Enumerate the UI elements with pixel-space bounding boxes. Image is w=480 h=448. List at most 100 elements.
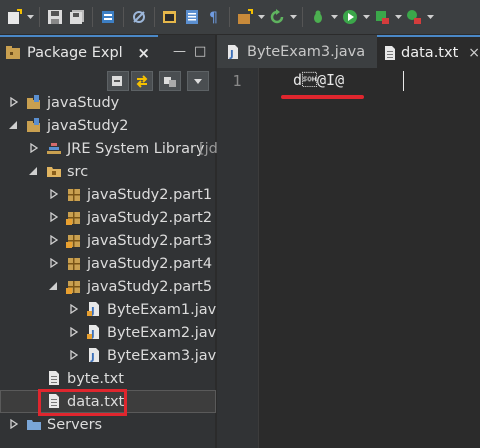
tree-item-decoration: [jd	[199, 140, 218, 157]
text-caret	[403, 71, 404, 91]
close-icon[interactable]: ×	[468, 45, 480, 61]
expand-arrow-icon[interactable]	[49, 258, 59, 268]
save-icon[interactable]	[45, 7, 65, 27]
toolbar-separator	[154, 7, 155, 27]
tree-item-label: ByteExam3.java	[107, 347, 226, 364]
text-file-icon	[46, 370, 62, 386]
tree-item-package-part2[interactable]: javaStudy2.part2	[0, 206, 216, 229]
tree-item-byteexam2[interactable]: J ByteExam2.java	[0, 321, 225, 344]
skip-breakpoints-icon[interactable]	[129, 7, 149, 27]
line-number-gutter: 1	[217, 68, 259, 448]
collapse-arrow-icon[interactable]	[48, 281, 58, 291]
tree-item-package-part1[interactable]: javaStudy2.part1	[0, 183, 216, 206]
tab-byteexam3-java[interactable]: J ByteExam3.java	[225, 35, 373, 68]
tree-item-label: ByteExam2.java	[107, 324, 226, 341]
pilcrow-icon[interactable]: ¶	[204, 7, 224, 27]
view-menu-icon[interactable]	[187, 71, 209, 91]
tree-item-package-part5[interactable]: javaStudy2.part5	[0, 275, 216, 298]
run-external-icon[interactable]	[372, 7, 392, 27]
package-icon	[66, 256, 82, 272]
tree-item-label: javaStudy2.part3	[87, 232, 213, 249]
toolbar-separator	[302, 7, 303, 27]
tree-item-servers[interactable]: Servers	[0, 413, 216, 436]
minimize-icon[interactable]: —	[173, 44, 186, 59]
expand-arrow-icon[interactable]	[9, 97, 19, 107]
expand-arrow-icon[interactable]	[69, 304, 79, 314]
save-all-icon[interactable]	[67, 7, 87, 27]
expand-arrow-icon[interactable]	[49, 212, 59, 222]
svg-text:¶: ¶	[209, 10, 218, 25]
collapse-all-icon[interactable]	[107, 71, 129, 91]
link-with-editor-icon[interactable]	[131, 71, 153, 91]
new-dropdown-icon[interactable]	[26, 7, 34, 27]
tree-item-label: javaStudy	[47, 94, 120, 111]
library-icon	[46, 140, 62, 156]
tree-item-package-part3[interactable]: javaStudy2.part3	[0, 229, 216, 252]
tab-label: data.txt	[401, 44, 459, 61]
tree-item-label: javaStudy2	[47, 117, 129, 134]
tree-item-label: javaStudy2.part2	[87, 209, 213, 226]
new-icon[interactable]	[4, 7, 24, 27]
tree-item-byte-txt[interactable]: byte.txt	[0, 367, 216, 390]
print-icon[interactable]	[98, 7, 118, 27]
filter-icon[interactable]	[159, 71, 181, 91]
tree-item-javastudy[interactable]: javaStudy	[0, 91, 216, 114]
package-icon	[66, 187, 82, 203]
open-type-icon[interactable]	[160, 7, 180, 27]
package-icon	[66, 233, 82, 249]
tree-item-jre-system-library[interactable]: JRE System Library [jd	[0, 137, 218, 160]
task-icon[interactable]	[182, 7, 202, 27]
tree-item-label: javaStudy2.part5	[87, 278, 213, 295]
tree-item-label: JRE System Library	[67, 140, 205, 157]
package-explorer-panel: Package Expl × — □ javaStudy javaStudy2 …	[0, 35, 225, 448]
folder-icon	[26, 416, 42, 432]
run-dropdown-icon[interactable]	[362, 7, 370, 27]
new-java-project-icon[interactable]	[235, 7, 255, 27]
expand-arrow-icon[interactable]	[69, 327, 79, 337]
tree-item-src[interactable]: src	[0, 160, 216, 183]
tree-item-byteexam3[interactable]: J ByteExam3.java	[0, 344, 225, 367]
refresh-dropdown-icon[interactable]	[289, 7, 297, 27]
expand-arrow-icon[interactable]	[29, 143, 39, 153]
expand-arrow-icon[interactable]	[49, 235, 59, 245]
collapse-arrow-icon[interactable]	[28, 166, 38, 176]
tree-item-label: javaStudy2.part4	[87, 255, 213, 272]
expand-arrow-icon[interactable]	[69, 350, 79, 360]
refresh-icon[interactable]	[267, 7, 287, 27]
expand-arrow-icon[interactable]	[9, 419, 19, 429]
package-explorer-tab[interactable]: Package Expl ×	[0, 35, 158, 68]
tree-item-byteexam1[interactable]: J ByteExam1.java	[0, 298, 225, 321]
run-icon[interactable]	[340, 7, 360, 27]
tab-data-txt[interactable]: data.txt ×	[377, 35, 480, 68]
collapse-arrow-icon[interactable]	[8, 120, 18, 130]
debug-icon[interactable]	[308, 7, 328, 27]
annotation-box	[38, 389, 127, 416]
tree-item-label: Servers	[47, 416, 103, 433]
editor-text[interactable]: d@I@	[293, 71, 344, 89]
source-folder-icon	[46, 163, 62, 179]
java-file-icon: J	[228, 44, 238, 60]
svg-text:J: J	[90, 352, 95, 363]
java-file-icon: J	[86, 347, 102, 363]
java-file-icon: J	[86, 301, 102, 317]
project-dropdown-icon[interactable]	[257, 7, 265, 27]
tree-item-package-part4[interactable]: javaStudy2.part4	[0, 252, 216, 275]
external-tools-icon[interactable]	[404, 7, 424, 27]
line-number: 1	[232, 72, 242, 90]
editor-area: J ByteExam3.java data.txt × 1 d@I@	[217, 35, 480, 448]
debug-dropdown-icon[interactable]	[330, 7, 338, 27]
tree-item-javastudy2[interactable]: javaStudy2	[0, 114, 216, 137]
maximize-icon[interactable]: □	[194, 44, 206, 59]
expand-arrow-icon[interactable]	[49, 189, 59, 199]
java-project-icon	[26, 117, 42, 133]
close-icon[interactable]: ×	[137, 44, 150, 62]
tree-item-label: src	[67, 163, 89, 180]
external-tools-dropdown-icon[interactable]	[426, 7, 434, 27]
java-project-icon	[26, 94, 42, 110]
package-icon	[66, 210, 82, 226]
tab-label: ByteExam3.java	[247, 43, 366, 60]
package-explorer-icon	[6, 45, 20, 59]
text-file-icon	[385, 45, 395, 60]
run-external-dropdown-icon[interactable]	[394, 7, 402, 27]
toolbar-separator	[39, 7, 40, 27]
